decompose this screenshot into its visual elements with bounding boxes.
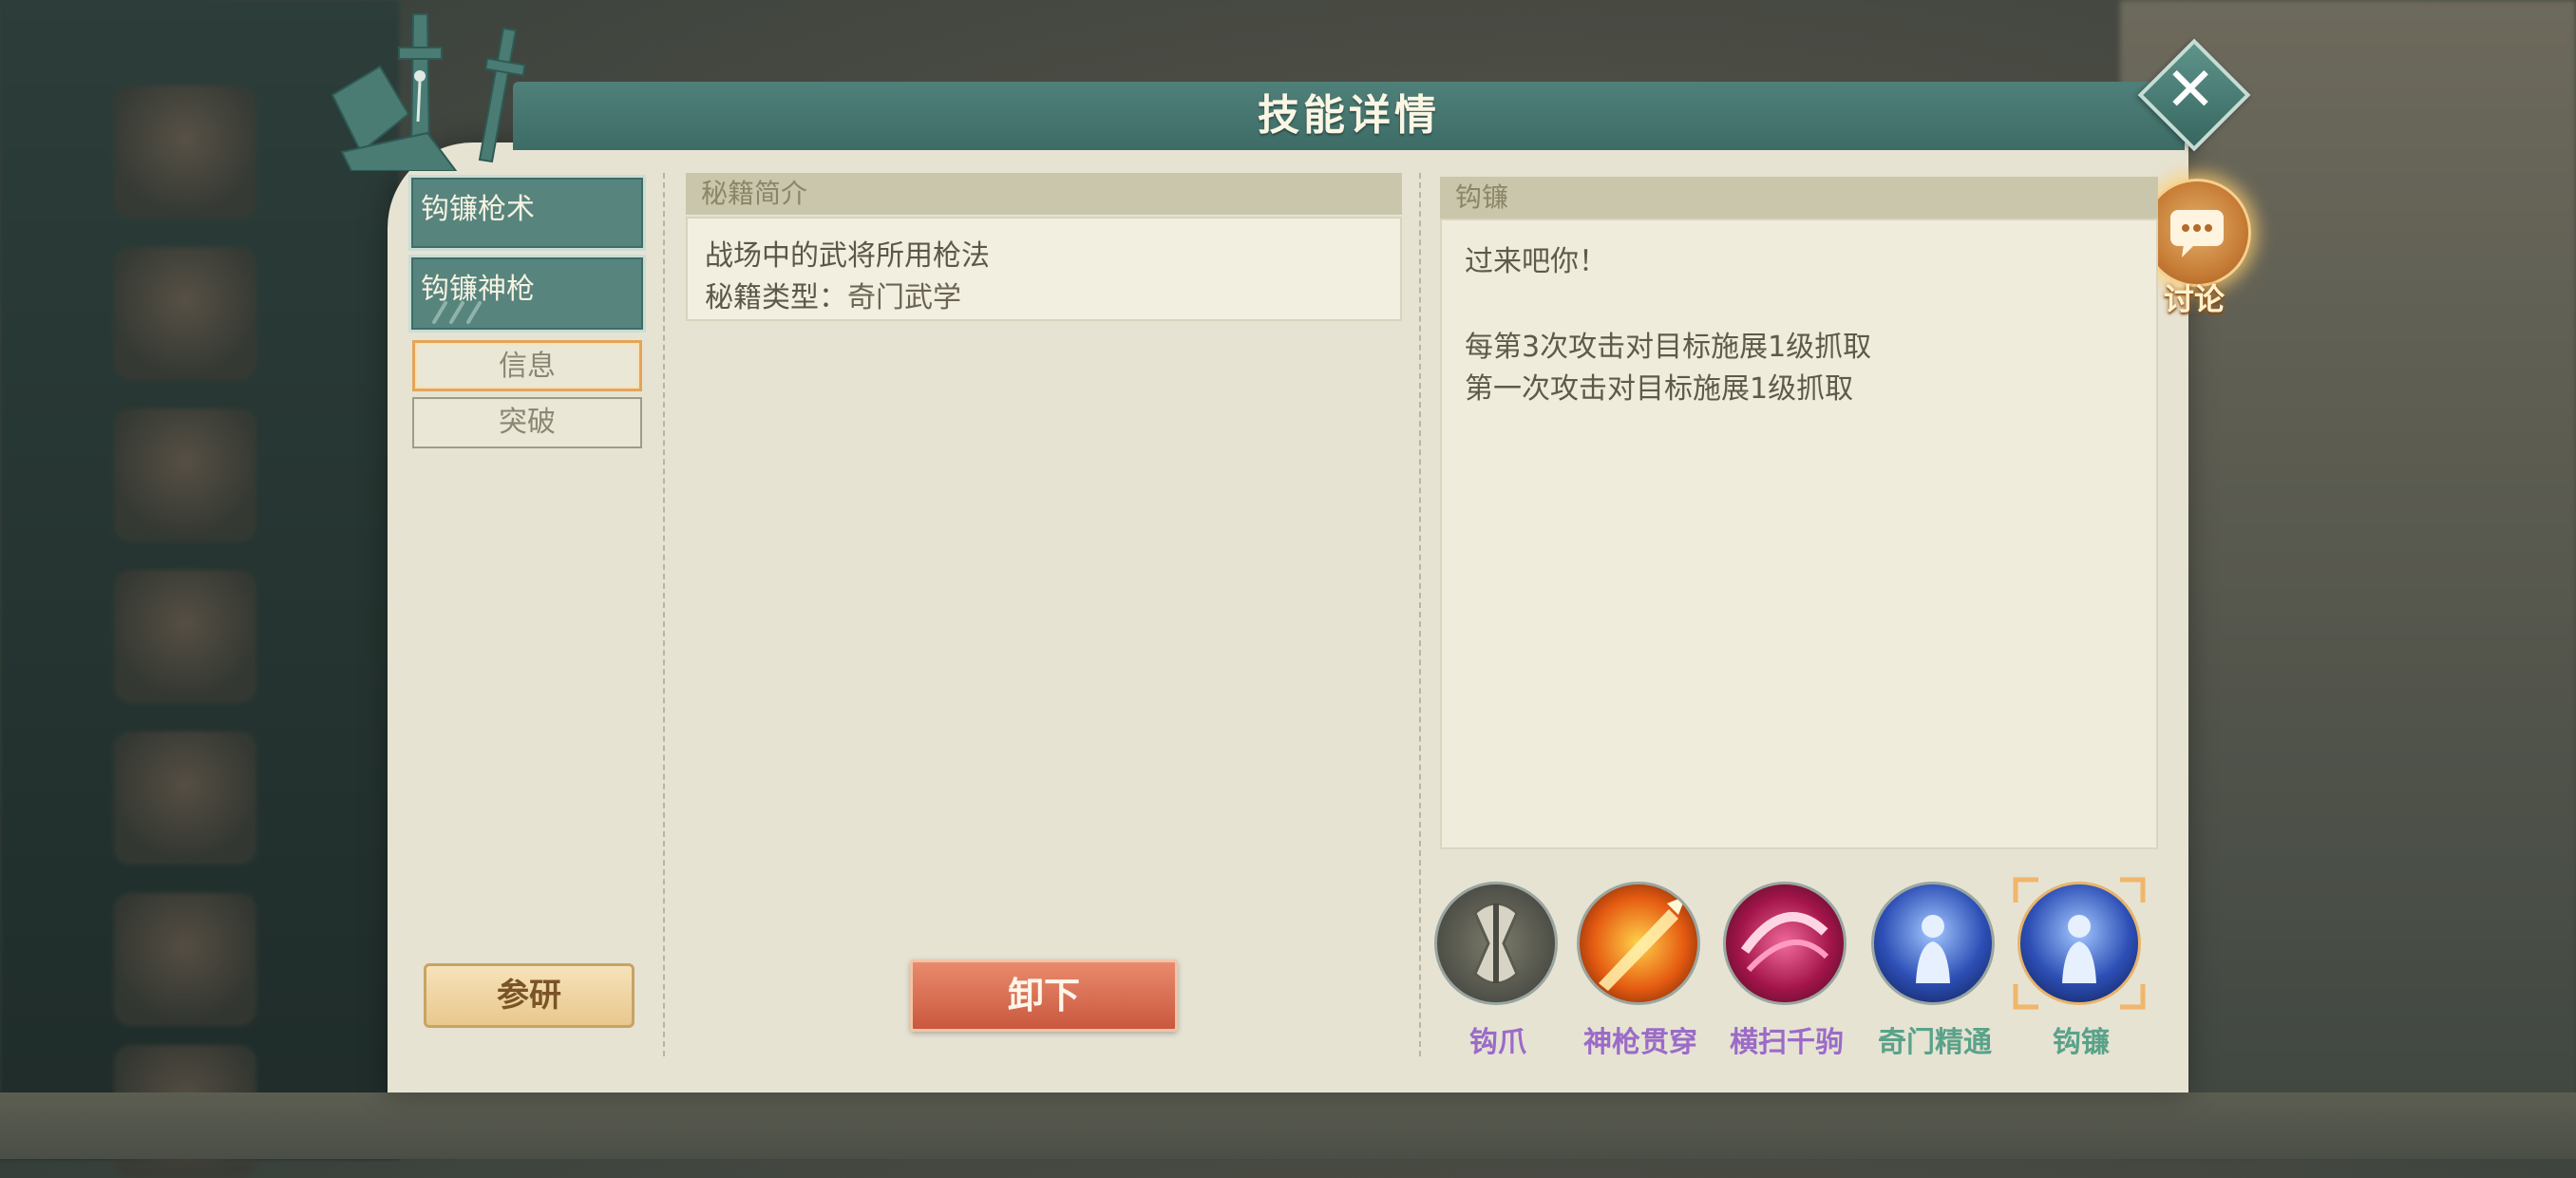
sweep-icon (1723, 882, 1847, 1005)
sword-decoration-icon (331, 13, 526, 171)
skill-effect: 第一次攻击对目标施展1级抓取 (1465, 372, 1854, 406)
spear-marks-icon (432, 301, 482, 324)
mastery-graphic (1916, 915, 1950, 983)
skill-tab-label: 钩镰枪术 (421, 193, 535, 226)
mastery-icon (1871, 882, 1995, 1005)
type-value: 奇门武学 (847, 281, 961, 314)
intro-description: 战场中的武将所用枪法 (705, 239, 990, 273)
tab-info[interactable]: 信息 (412, 340, 642, 391)
spear-pierce-graphic (1599, 896, 1686, 991)
claw-graphic (1473, 902, 1519, 985)
section-header-intro: 秘籍简介 (686, 173, 1402, 215)
claw-icon (1434, 882, 1558, 1005)
section-header-skill: 钩镰 (1440, 177, 2158, 218)
intro-box: 战场中的武将所用枪法 秘籍类型：奇门武学 (686, 217, 1402, 321)
unequip-button[interactable]: 卸下 (910, 960, 1178, 1032)
background-left (0, 0, 399, 1178)
background-blob (114, 893, 256, 1026)
selection-frame-icon (2013, 877, 2146, 1010)
background-blob (114, 86, 256, 218)
close-button[interactable]: ✕ (2133, 34, 2251, 152)
background-blob (114, 247, 256, 380)
background-blob (114, 408, 256, 542)
column-divider (663, 173, 665, 1056)
close-icon: ✕ (2165, 55, 2216, 125)
skill-name: 钩爪 (1469, 1026, 1526, 1059)
background-bottom (0, 1092, 2576, 1159)
skill-name: 横扫千驹 (1730, 1026, 1844, 1059)
skill-quote: 过来吧你！ (1465, 245, 1607, 278)
type-label: 秘籍类型： (705, 281, 847, 314)
spear-pierce-icon (1577, 882, 1700, 1005)
sweep-graphic (1740, 912, 1829, 973)
research-button[interactable]: 参研 (424, 963, 635, 1028)
background-blob (114, 732, 256, 864)
skill-description-box: 过来吧你！ 每第3次攻击对目标施展1级抓取 第一次攻击对目标施展1级抓取 (1440, 218, 2158, 849)
skill-tab-hook-spear-art[interactable]: 钩镰枪术 (408, 175, 646, 251)
skill-name: 奇门精通 (1878, 1026, 1992, 1059)
background-right (2120, 0, 2576, 1159)
page-title: 技能详情 (1258, 91, 1440, 140)
background-blob (114, 570, 256, 703)
title-bar: 技能详情 (513, 82, 2185, 150)
skill-name: 钩镰 (2053, 1026, 2110, 1059)
chat-bubble-icon (2170, 210, 2224, 257)
tab-breakthrough[interactable]: 突破 (412, 397, 642, 448)
skill-name: 神枪贯穿 (1583, 1026, 1697, 1059)
skill-effect: 每第3次攻击对目标施展1级抓取 (1465, 331, 1872, 364)
column-divider (1419, 173, 1421, 1056)
discuss-ring (2143, 179, 2251, 287)
intro-type: 秘籍类型：奇门武学 (705, 274, 961, 315)
skill-tab-hook-divine-spear[interactable]: 钩镰神枪 (408, 255, 646, 332)
